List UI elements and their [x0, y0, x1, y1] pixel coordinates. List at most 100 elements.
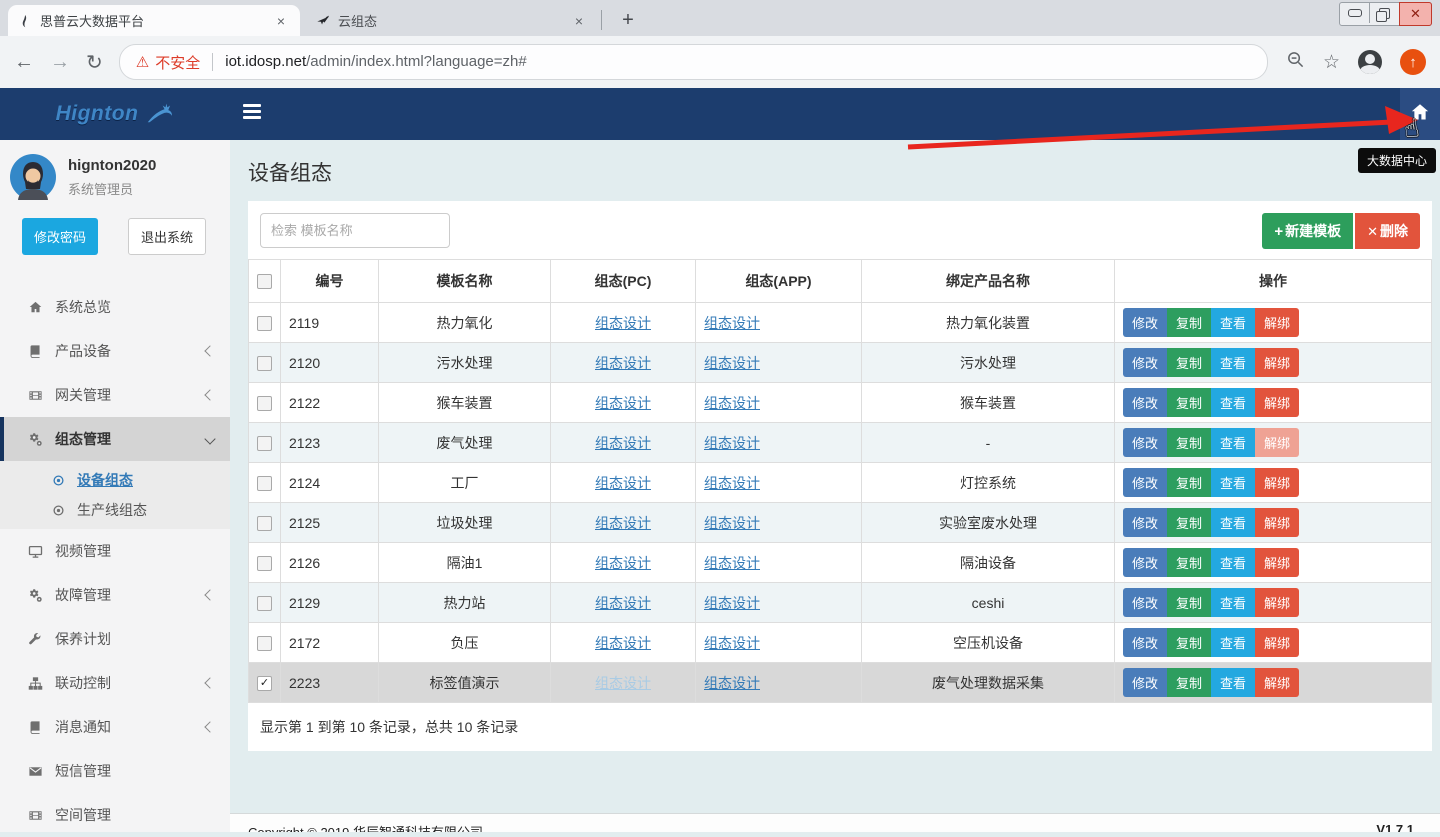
sidebar-item[interactable]: 空间管理: [0, 793, 230, 837]
config-pc-link[interactable]: 组态设计: [595, 395, 651, 411]
window-minimize-button[interactable]: [1340, 3, 1370, 23]
action-edit-button[interactable]: 修改: [1123, 308, 1167, 337]
row-checkbox[interactable]: [257, 516, 272, 531]
window-close-button[interactable]: [1399, 2, 1432, 26]
config-pc-link[interactable]: 组态设计: [595, 515, 651, 531]
delete-button[interactable]: 删除: [1355, 213, 1420, 249]
action-view-button[interactable]: 查看: [1211, 348, 1255, 377]
sidebar-item[interactable]: 产品设备: [0, 329, 230, 373]
config-pc-link[interactable]: 组态设计: [595, 635, 651, 651]
action-view-button[interactable]: 查看: [1211, 548, 1255, 577]
action-edit-button[interactable]: 修改: [1123, 628, 1167, 657]
sidebar-item[interactable]: 系统总览: [0, 285, 230, 329]
config-pc-link[interactable]: 组态设计: [595, 315, 651, 331]
zoom-out-icon[interactable]: [1286, 50, 1305, 74]
action-unbind-button[interactable]: 解绑: [1255, 668, 1299, 697]
action-copy-button[interactable]: 复制: [1167, 548, 1211, 577]
config-app-link[interactable]: 组态设计: [704, 395, 760, 411]
action-view-button[interactable]: 查看: [1211, 388, 1255, 417]
action-edit-button[interactable]: 修改: [1123, 428, 1167, 457]
sidebar-item[interactable]: 短信管理: [0, 749, 230, 793]
action-view-button[interactable]: 查看: [1211, 308, 1255, 337]
action-copy-button[interactable]: 复制: [1167, 428, 1211, 457]
new-tab-button[interactable]: [614, 6, 642, 34]
config-app-link[interactable]: 组态设计: [704, 675, 760, 691]
row-checkbox[interactable]: [257, 316, 272, 331]
config-pc-link[interactable]: 组态设计: [595, 355, 651, 371]
reload-button[interactable]: [86, 50, 103, 75]
hamburger-menu-icon[interactable]: [243, 104, 261, 119]
config-pc-link[interactable]: 组态设计: [595, 595, 651, 611]
change-password-button[interactable]: 修改密码: [22, 218, 98, 255]
sidebar-item[interactable]: 网关管理: [0, 373, 230, 417]
sidebar-item[interactable]: 组态管理: [0, 417, 230, 461]
action-edit-button[interactable]: 修改: [1123, 508, 1167, 537]
select-all-checkbox[interactable]: [257, 274, 272, 289]
browser-tab-background[interactable]: 云组态: [306, 5, 598, 36]
sidebar-subitem[interactable]: 生产线组态: [0, 495, 230, 525]
action-unbind-button[interactable]: 解绑: [1255, 588, 1299, 617]
back-button[interactable]: [14, 51, 34, 74]
action-copy-button[interactable]: 复制: [1167, 588, 1211, 617]
new-template-button[interactable]: 新建模板: [1262, 213, 1353, 249]
action-unbind-button[interactable]: 解绑: [1255, 508, 1299, 537]
config-app-link[interactable]: 组态设计: [704, 635, 760, 651]
sidebar-item[interactable]: 故障管理: [0, 573, 230, 617]
row-checkbox[interactable]: [257, 636, 272, 651]
action-unbind-button[interactable]: 解绑: [1255, 628, 1299, 657]
sidebar-item[interactable]: 视频管理: [0, 529, 230, 573]
action-unbind-button[interactable]: 解绑: [1255, 348, 1299, 377]
config-pc-link[interactable]: 组态设计: [595, 435, 651, 451]
action-edit-button[interactable]: 修改: [1123, 388, 1167, 417]
action-copy-button[interactable]: 复制: [1167, 348, 1211, 377]
action-edit-button[interactable]: 修改: [1123, 348, 1167, 377]
action-view-button[interactable]: 查看: [1211, 668, 1255, 697]
sidebar-item[interactable]: 消息通知: [0, 705, 230, 749]
action-copy-button[interactable]: 复制: [1167, 668, 1211, 697]
action-copy-button[interactable]: 复制: [1167, 628, 1211, 657]
config-pc-link[interactable]: 组态设计: [595, 475, 651, 491]
action-edit-button[interactable]: 修改: [1123, 468, 1167, 497]
config-app-link[interactable]: 组态设计: [704, 515, 760, 531]
action-copy-button[interactable]: 复制: [1167, 308, 1211, 337]
window-restore-button[interactable]: [1370, 3, 1400, 23]
config-app-link[interactable]: 组态设计: [704, 315, 760, 331]
action-copy-button[interactable]: 复制: [1167, 388, 1211, 417]
user-avatar[interactable]: [10, 154, 56, 200]
sidebar-item[interactable]: 保养计划: [0, 617, 230, 661]
action-edit-button[interactable]: 修改: [1123, 588, 1167, 617]
config-app-link[interactable]: 组态设计: [704, 475, 760, 491]
config-pc-link[interactable]: 组态设计: [595, 555, 651, 571]
config-app-link[interactable]: 组态设计: [704, 435, 760, 451]
forward-button[interactable]: [50, 51, 70, 74]
browser-profile-avatar[interactable]: [1358, 50, 1382, 74]
row-checkbox[interactable]: [257, 436, 272, 451]
url-field[interactable]: 不安全 iot.idosp.net/admin/index.html?langu…: [119, 44, 1268, 80]
sidebar-item[interactable]: 联动控制: [0, 661, 230, 705]
browser-tab-current[interactable]: 思普云大数据平台: [8, 5, 300, 36]
config-app-link[interactable]: 组态设计: [704, 355, 760, 371]
config-app-link[interactable]: 组态设计: [704, 555, 760, 571]
row-checkbox[interactable]: [257, 676, 272, 691]
tab-close-icon[interactable]: [272, 12, 290, 30]
action-view-button[interactable]: 查看: [1211, 508, 1255, 537]
action-view-button[interactable]: 查看: [1211, 628, 1255, 657]
row-checkbox[interactable]: [257, 596, 272, 611]
action-copy-button[interactable]: 复制: [1167, 468, 1211, 497]
action-edit-button[interactable]: 修改: [1123, 548, 1167, 577]
action-copy-button[interactable]: 复制: [1167, 508, 1211, 537]
row-checkbox[interactable]: [257, 356, 272, 371]
row-checkbox[interactable]: [257, 476, 272, 491]
bookmark-star-icon[interactable]: [1323, 51, 1340, 74]
row-checkbox[interactable]: [257, 556, 272, 571]
action-view-button[interactable]: 查看: [1211, 588, 1255, 617]
logout-button[interactable]: 退出系统: [128, 218, 206, 255]
extension-button[interactable]: [1400, 49, 1426, 75]
row-checkbox[interactable]: [257, 396, 272, 411]
search-input[interactable]: [260, 213, 450, 248]
action-edit-button[interactable]: 修改: [1123, 668, 1167, 697]
config-pc-link[interactable]: 组态设计: [595, 675, 651, 691]
config-app-link[interactable]: 组态设计: [704, 595, 760, 611]
sidebar-subitem[interactable]: 设备组态: [0, 465, 230, 495]
tab-close-icon[interactable]: [570, 12, 588, 30]
